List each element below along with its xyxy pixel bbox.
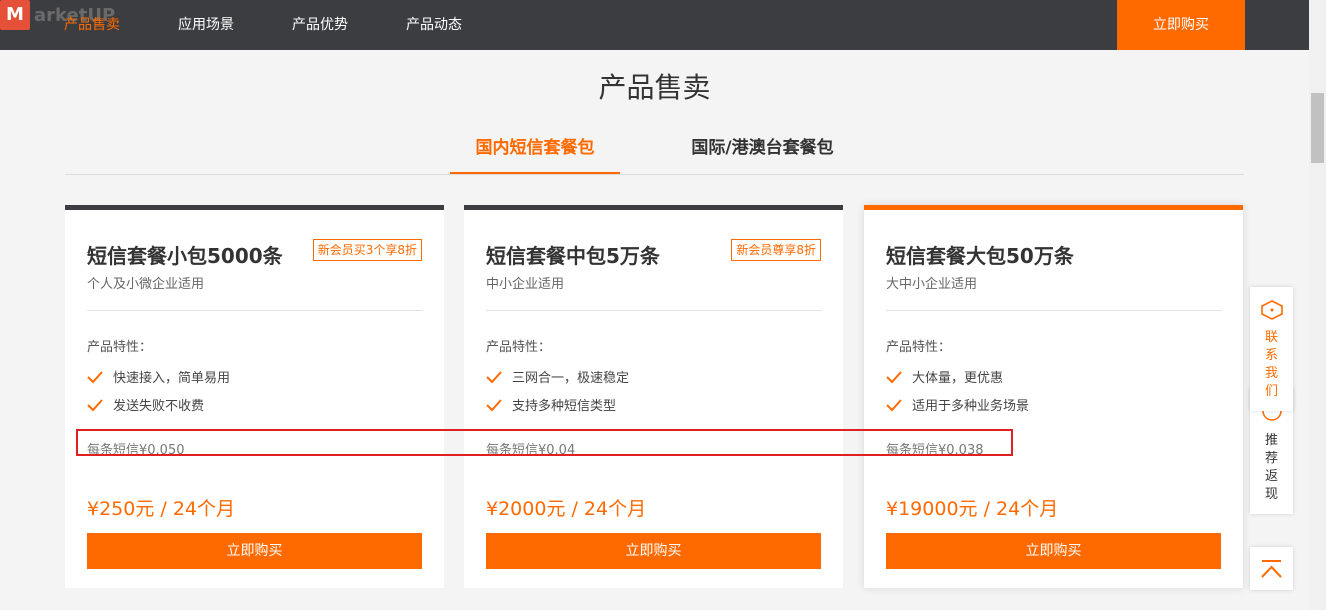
features-label: 产品特性： <box>486 340 552 355</box>
package-price: ¥250元 / 24个月 <box>87 498 236 520</box>
check-icon <box>486 370 502 383</box>
divider <box>886 310 1222 311</box>
feature-item: 大体量，更优惠 <box>886 367 1003 386</box>
nav-item-news[interactable]: 产品动态 <box>406 0 462 50</box>
feature-item: 三网合一，极速稳定 <box>486 367 629 386</box>
feature-item: 支持多种短信类型 <box>486 395 616 414</box>
unit-price: 每条短信¥0.04 <box>486 443 576 458</box>
card-title: 短信套餐大包50万条 <box>886 244 1074 268</box>
card-title: 短信套餐小包5000条 <box>87 244 283 268</box>
arrow-up-icon <box>1261 560 1282 578</box>
logo-mark: M <box>0 0 30 30</box>
chat-icon <box>1260 300 1283 320</box>
feature-text: 支持多种短信类型 <box>512 399 617 414</box>
feature-item: 快速接入，简单易用 <box>87 367 230 386</box>
promo-badge: 新会员尊享8折 <box>731 239 821 261</box>
feature-text: 发送失败不收费 <box>113 399 205 414</box>
feature-item: 适用于多种业务场景 <box>886 395 1029 414</box>
check-icon <box>87 370 103 383</box>
card-subtitle: 个人及小微企业适用 <box>87 277 205 292</box>
contact-char: 们 <box>1264 384 1278 399</box>
feature-text: 快速接入，简单易用 <box>113 371 231 386</box>
buy-now-button[interactable]: 立即购买 <box>87 533 422 569</box>
nav-item-advantages[interactable]: 产品优势 <box>292 0 348 50</box>
scrollbar-thumb[interactable] <box>1311 93 1324 163</box>
unit-price: 每条短信¥0.050 <box>87 443 185 458</box>
package-card-medium: 短信套餐中包5万条 新会员尊享8折 中小企业适用 产品特性： 三网合一，极速稳定… <box>464 205 843 588</box>
check-icon <box>886 398 902 411</box>
card-title: 短信套餐中包5万条 <box>486 244 660 268</box>
nav-item-product-sale[interactable]: 产品售卖 <box>64 0 120 50</box>
contact-char: 系 <box>1264 348 1278 363</box>
unit-price: 每条短信¥0.038 <box>886 443 984 458</box>
feature-text: 适用于多种业务场景 <box>912 399 1030 414</box>
top-nav: M arketUP 产品售卖 应用场景 产品优势 产品动态 立即购买 <box>0 0 1309 50</box>
buy-now-button[interactable]: 立即购买 <box>486 533 821 569</box>
features-label: 产品特性： <box>87 340 153 355</box>
recommend-char: 荐 <box>1264 451 1278 466</box>
feature-text: 三网合一，极速稳定 <box>512 371 630 386</box>
tab-domestic[interactable]: 国内短信套餐包 <box>450 130 620 174</box>
recommend-char: 现 <box>1264 487 1278 502</box>
package-card-large: 短信套餐大包50万条 大中小企业适用 产品特性： 大体量，更优惠 适用于多种业务… <box>864 205 1243 588</box>
card-subtitle: 大中小企业适用 <box>886 277 978 292</box>
scrollbar-track[interactable] <box>1309 0 1326 610</box>
nav-items: 产品售卖 应用场景 产品优势 产品动态 <box>64 0 520 50</box>
divider <box>87 310 423 311</box>
feature-item: 发送失败不收费 <box>87 395 204 414</box>
check-icon <box>486 398 502 411</box>
package-tabs: 国内短信套餐包 国际/港澳台套餐包 <box>65 130 1244 175</box>
back-to-top-button[interactable] <box>1250 547 1293 590</box>
tab-international[interactable]: 国际/港澳台套餐包 <box>675 130 850 172</box>
nav-item-scenarios[interactable]: 应用场景 <box>178 0 234 50</box>
divider <box>486 310 822 311</box>
section-title: 产品售卖 <box>598 71 711 104</box>
package-price: ¥19000元 / 24个月 <box>886 498 1059 520</box>
check-icon <box>87 398 103 411</box>
card-subtitle: 中小企业适用 <box>486 277 565 292</box>
package-card-small: 短信套餐小包5000条 新会员买3个享8折 个人及小微企业适用 产品特性： 快速… <box>65 205 444 588</box>
nav-buy-button[interactable]: 立即购买 <box>1117 0 1245 50</box>
promo-badge: 新会员买3个享8折 <box>312 239 422 261</box>
contact-us-button[interactable]: 联 系 我 们 <box>1250 287 1293 411</box>
contact-char: 联 <box>1264 330 1278 345</box>
buy-now-button[interactable]: 立即购买 <box>886 533 1221 569</box>
recommend-char: 返 <box>1264 469 1278 484</box>
feature-text: 大体量，更优惠 <box>912 371 1004 386</box>
package-price: ¥2000元 / 24个月 <box>486 498 647 520</box>
features-label: 产品特性： <box>886 340 952 355</box>
contact-char: 我 <box>1264 366 1278 381</box>
recommend-char: 推 <box>1264 433 1278 448</box>
check-icon <box>886 370 902 383</box>
